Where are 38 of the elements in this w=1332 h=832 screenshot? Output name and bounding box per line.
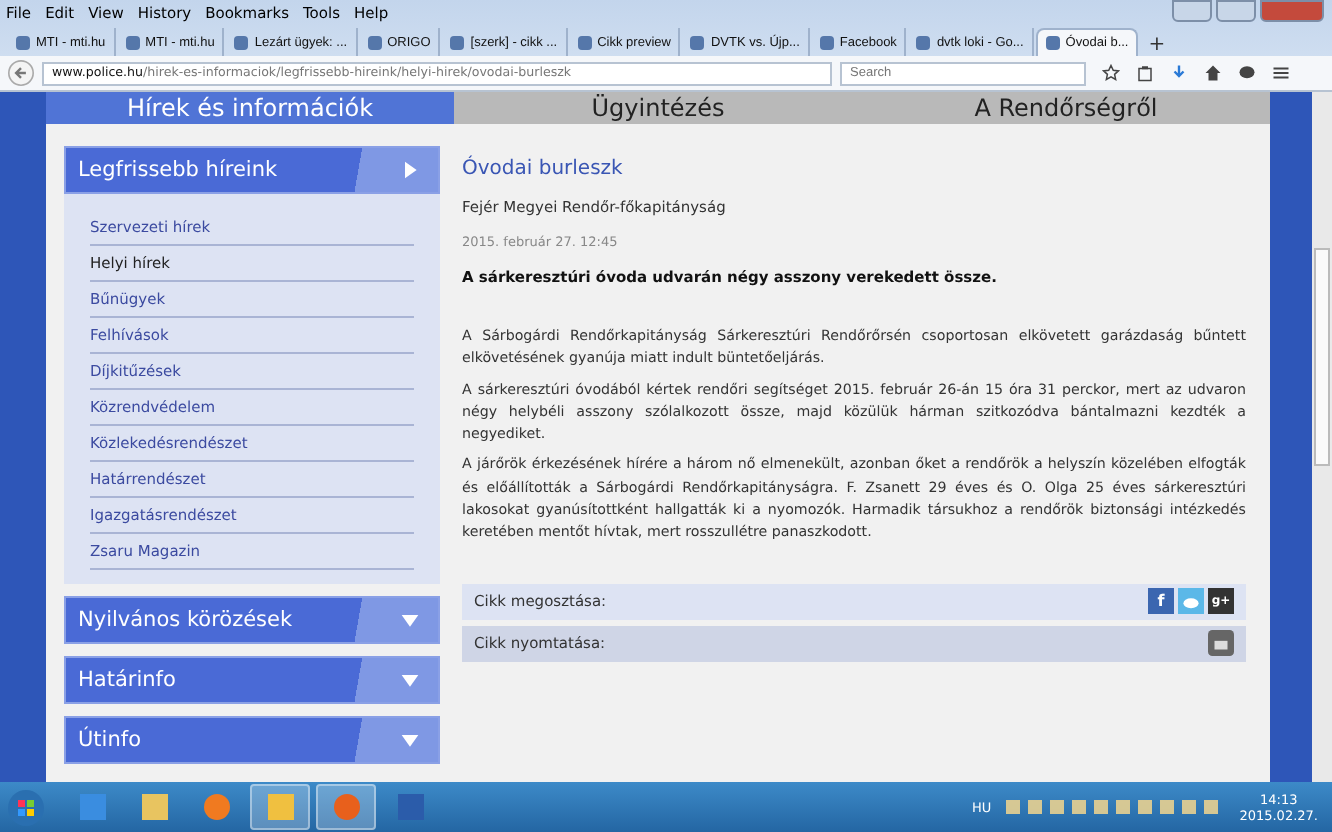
home-icon[interactable] xyxy=(1204,64,1222,82)
article-title: Óvodai burleszk xyxy=(462,158,625,180)
favicon-icon xyxy=(577,35,592,49)
download-icon[interactable] xyxy=(1170,64,1188,82)
sidebar-section-header[interactable]: Határinfo xyxy=(64,656,440,704)
facebook-icon[interactable]: f xyxy=(1148,588,1174,615)
tray-icons[interactable] xyxy=(1005,800,1218,814)
favicon-icon xyxy=(367,35,382,49)
menu-icon[interactable] xyxy=(1272,64,1290,82)
down-arrow-icon xyxy=(400,670,420,690)
favicon-icon xyxy=(16,35,30,49)
favicon-icon xyxy=(916,35,931,49)
favicon-icon xyxy=(1045,36,1060,50)
clipboard-icon[interactable] xyxy=(1136,64,1154,82)
scrollbar[interactable] xyxy=(1312,92,1332,782)
back-icon[interactable] xyxy=(8,60,34,86)
down-arrow-icon xyxy=(400,610,420,630)
new-tab-button[interactable]: + xyxy=(1140,34,1174,56)
right-arrow-icon xyxy=(400,160,420,180)
sidebar-section-header[interactable]: Útinfo xyxy=(64,716,440,764)
star-icon[interactable] xyxy=(1102,64,1120,82)
chat-icon[interactable] xyxy=(1238,64,1256,82)
start-button[interactable] xyxy=(6,787,46,827)
printer-icon[interactable] xyxy=(1208,630,1234,657)
favicon-icon xyxy=(450,35,465,49)
down-arrow-icon xyxy=(400,730,420,750)
favicon-icon xyxy=(690,35,705,49)
site-nav-tab[interactable]: Hírek és információk xyxy=(46,92,454,124)
maximize-button[interactable] xyxy=(1216,0,1256,22)
scroll-thumb[interactable] xyxy=(1314,248,1330,466)
sidebar-section-header[interactable]: Legfrissebb híreink xyxy=(64,146,440,194)
site-nav-tab[interactable]: Ügyintézés xyxy=(454,92,862,124)
minimize-button[interactable] xyxy=(1172,0,1212,22)
favicon-icon xyxy=(125,35,140,49)
sidebar-section-header[interactable]: Nyilvános körözések xyxy=(64,596,440,644)
site-nav-tab[interactable]: A Rendőrségről xyxy=(862,92,1270,124)
favicon-icon xyxy=(234,35,249,49)
favicon-icon xyxy=(819,35,834,49)
